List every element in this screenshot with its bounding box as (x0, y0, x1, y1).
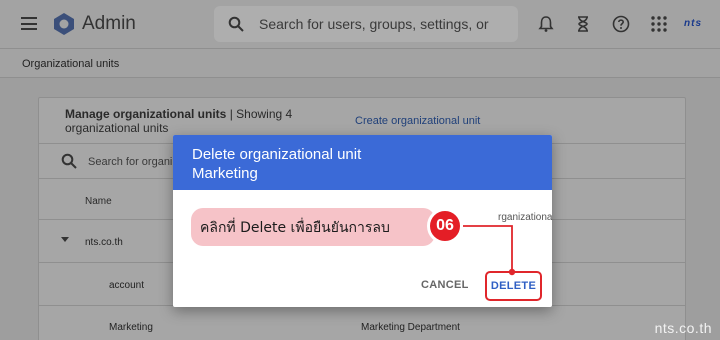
breadcrumb: Organizational units (0, 48, 720, 78)
watermark: nts.co.th (654, 320, 712, 336)
search-icon (228, 16, 244, 32)
dialog-header: Delete organizational unit Marketing (173, 135, 552, 190)
help-icon[interactable] (611, 14, 631, 34)
notifications-bell-icon[interactable] (536, 14, 556, 34)
row-description: Marketing Department (361, 322, 460, 333)
admin-logo-icon (54, 13, 74, 35)
dialog-title-line1: Delete organizational unit (192, 146, 362, 163)
org-unit-search-placeholder: Search for organi (88, 156, 173, 168)
dialog-body-text: rganizational (498, 212, 552, 223)
instruction-callout: คลิกที่ Delete เพื่อยืนยันการลบ (191, 208, 435, 246)
search-icon (61, 153, 77, 169)
delete-button[interactable]: DELETE (487, 273, 540, 299)
row-name: nts.co.th (85, 237, 123, 248)
top-bar: Admin Search for users, groups, settings… (0, 0, 720, 48)
breadcrumb-label[interactable]: Organizational units (22, 58, 119, 70)
row-name: Marketing (109, 322, 153, 333)
dialog-title: Delete organizational unit Marketing (192, 145, 361, 183)
search-input[interactable]: Search for users, groups, settings, or (214, 6, 518, 42)
column-header-name: Name (85, 196, 112, 207)
card-title: Manage organizational units | Showing 4 … (65, 107, 345, 135)
table-row[interactable]: Marketing Marketing Department (39, 305, 685, 340)
instruction-text: คลิกที่ Delete เพื่อยืนยันการลบ (200, 220, 390, 236)
delete-button-highlight: DELETE (485, 271, 542, 301)
account-brand-logo[interactable]: nts (684, 18, 702, 29)
hamburger-menu-icon[interactable] (21, 17, 37, 30)
row-name: account (109, 280, 145, 291)
create-org-unit-link[interactable]: Create organizational unit (355, 115, 480, 127)
app-title[interactable]: Admin (82, 13, 136, 35)
cancel-button[interactable]: CANCEL (421, 279, 469, 291)
search-placeholder: Search for users, groups, settings, or (259, 16, 489, 32)
step-number-badge: 06 (427, 208, 463, 244)
dialog-title-line2: Marketing (192, 165, 258, 182)
hourglass-tasks-icon[interactable] (573, 14, 593, 34)
expand-caret-icon[interactable] (61, 237, 69, 242)
card-title-main: Manage organizational units (65, 107, 227, 121)
apps-grid-icon[interactable] (649, 14, 669, 34)
